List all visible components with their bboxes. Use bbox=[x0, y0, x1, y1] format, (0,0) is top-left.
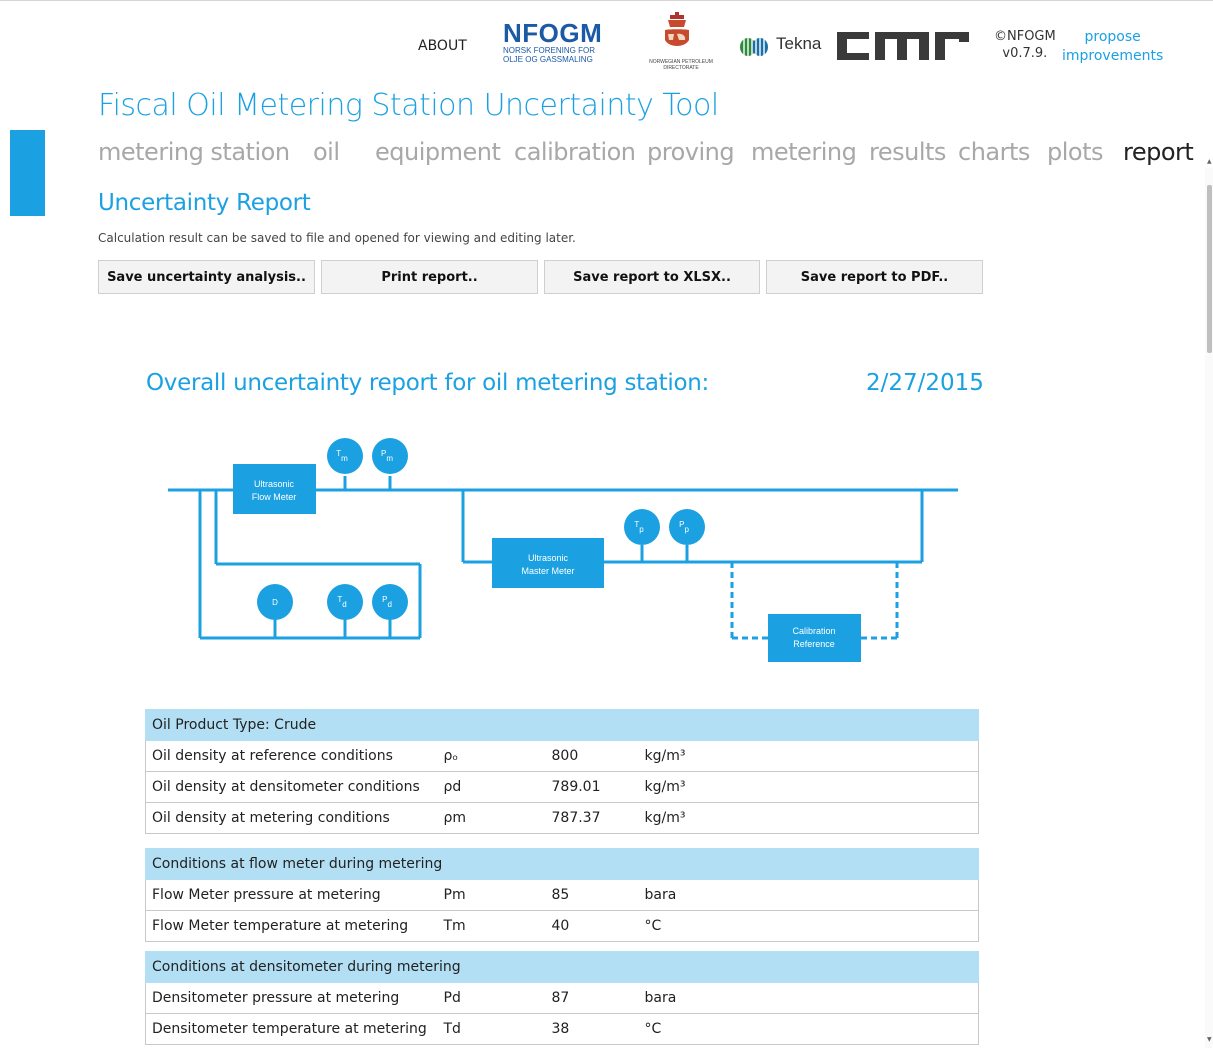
calibration-label-1: Calibration bbox=[792, 626, 835, 636]
nfogm-logo[interactable]: NFOGM NORSK FORENING FOR OLJE OG GASSMAL… bbox=[503, 20, 602, 64]
table-row: Densitometer temperature at metering Td … bbox=[145, 1013, 979, 1045]
scroll-up-icon[interactable]: ▲ bbox=[1207, 158, 1212, 165]
scroll-down-icon[interactable]: ▼ bbox=[1207, 1036, 1212, 1043]
save-report-xlsx-button[interactable]: Save report to XLSX.. bbox=[544, 260, 760, 294]
row-value: 85 bbox=[542, 879, 639, 911]
calibration-label-2: Reference bbox=[793, 639, 835, 649]
copyright-text: ©NFOGM bbox=[994, 29, 1056, 44]
master-meter-label-1: Ultrasonic bbox=[528, 553, 569, 563]
nav-charts[interactable]: charts bbox=[958, 138, 1030, 166]
print-report-button[interactable]: Print report.. bbox=[321, 260, 538, 294]
cmr-wordmark-icon bbox=[837, 32, 969, 60]
row-label: Oil density at reference conditions bbox=[145, 740, 438, 772]
oil-product-table: Oil Product Type: Crude Oil density at r… bbox=[145, 709, 979, 834]
save-report-pdf-button[interactable]: Save report to PDF.. bbox=[766, 260, 983, 294]
nav-results[interactable]: results bbox=[869, 138, 946, 166]
metering-station-diagram: Ultrasonic Flow Meter Ultrasonic Master … bbox=[168, 438, 958, 662]
row-unit: kg/m³ bbox=[638, 740, 979, 772]
save-uncertainty-analysis-button[interactable]: Save uncertainty analysis.. bbox=[98, 260, 315, 294]
report-heading: Overall uncertainty report for oil meter… bbox=[146, 370, 709, 396]
window-top-border bbox=[0, 0, 1213, 1]
master-meter-label-2: Master Meter bbox=[521, 566, 574, 576]
nfogm-logo-tagline-1: NORSK FORENING FOR bbox=[503, 46, 596, 55]
nfogm-logo-tagline-2: OLJE OG GASSMALING bbox=[503, 55, 593, 64]
row-symbol: Td bbox=[437, 1013, 543, 1045]
nav-metering[interactable]: metering bbox=[751, 138, 857, 166]
table-header: Oil Product Type: Crude bbox=[145, 709, 979, 741]
nav-plots[interactable]: plots bbox=[1047, 138, 1104, 166]
flow-meter-label-1: Ultrasonic bbox=[254, 479, 295, 489]
table-header: Conditions at flow meter during metering bbox=[145, 848, 979, 880]
row-unit: °C bbox=[638, 1013, 979, 1045]
nfogm-logo-name: NFOGM bbox=[503, 18, 603, 48]
table-header: Conditions at densitometer during meteri… bbox=[145, 951, 979, 983]
table-row: Oil density at metering conditions ρm 78… bbox=[145, 802, 979, 834]
row-unit: °C bbox=[638, 910, 979, 942]
row-label: Oil density at densitometer conditions bbox=[145, 771, 438, 803]
sensor-d-label: D bbox=[272, 598, 278, 607]
row-value: 38 bbox=[542, 1013, 639, 1045]
row-symbol: Pd bbox=[437, 982, 543, 1014]
app-title: Fiscal Oil Metering Station Uncertainty … bbox=[98, 88, 719, 123]
npd-logo[interactable]: NORWEGIAN PETROLEUM DIRECTORATE bbox=[637, 12, 725, 76]
row-unit: kg/m³ bbox=[638, 771, 979, 803]
npd-crest-icon bbox=[665, 12, 689, 46]
scrollbar-thumb[interactable] bbox=[1207, 185, 1212, 353]
report-date: 2/27/2015 bbox=[866, 370, 984, 396]
tekna-logo[interactable]: Tekna bbox=[738, 34, 821, 62]
table-row: Oil density at densitometer conditions ρ… bbox=[145, 771, 979, 803]
cmr-logo[interactable] bbox=[837, 26, 977, 70]
calibration-reference-box bbox=[768, 614, 861, 662]
nav-equipment[interactable]: equipment bbox=[375, 138, 501, 166]
version-text: v0.7.9. bbox=[1002, 46, 1048, 61]
row-label: Oil density at metering conditions bbox=[145, 802, 438, 834]
propose-improvements-link[interactable]: propose improvements bbox=[1062, 28, 1163, 66]
row-symbol: Pm bbox=[437, 879, 543, 911]
row-label: Densitometer pressure at metering bbox=[145, 982, 438, 1014]
nav-report[interactable]: report bbox=[1123, 138, 1194, 166]
row-label: Flow Meter temperature at metering bbox=[145, 910, 438, 942]
flow-meter-label-2: Flow Meter bbox=[252, 492, 297, 502]
propose-line2: improvements bbox=[1062, 48, 1164, 64]
row-value: 789.01 bbox=[542, 771, 639, 803]
row-symbol: ρm bbox=[437, 802, 543, 834]
tekna-leaf-icon bbox=[740, 38, 768, 56]
propose-line1: propose bbox=[1084, 29, 1141, 45]
row-value: 87 bbox=[542, 982, 639, 1014]
row-label: Densitometer temperature at metering bbox=[145, 1013, 438, 1045]
tekna-logo-text: Tekna bbox=[776, 34, 822, 53]
row-symbol: Tm bbox=[437, 910, 543, 942]
row-symbol: ρd bbox=[437, 771, 543, 803]
flow-meter-box bbox=[233, 464, 316, 514]
nav-calibration[interactable]: calibration bbox=[514, 138, 636, 166]
row-unit: bara bbox=[638, 982, 979, 1014]
table-row: Flow Meter temperature at metering Tm 40… bbox=[145, 910, 979, 942]
row-value: 787.37 bbox=[542, 802, 639, 834]
row-unit: bara bbox=[638, 879, 979, 911]
npd-logo-line2: DIRECTORATE bbox=[663, 65, 699, 71]
master-meter-box bbox=[492, 538, 604, 588]
section-description: Calculation result can be saved to file … bbox=[98, 231, 576, 245]
row-value: 40 bbox=[542, 910, 639, 942]
row-symbol: ρₒ bbox=[437, 740, 543, 772]
accent-bar bbox=[10, 130, 45, 216]
row-label: Flow Meter pressure at metering bbox=[145, 879, 438, 911]
table-row: Oil density at reference conditions ρₒ 8… bbox=[145, 740, 979, 772]
nav-proving[interactable]: proving bbox=[647, 138, 735, 166]
section-title: Uncertainty Report bbox=[98, 190, 311, 216]
table-row: Densitometer pressure at metering Pd 87 … bbox=[145, 982, 979, 1014]
densitometer-conditions-table: Conditions at densitometer during meteri… bbox=[145, 951, 979, 1045]
nav-metering-station[interactable]: metering station bbox=[98, 138, 290, 166]
table-row: Flow Meter pressure at metering Pm 85 ba… bbox=[145, 879, 979, 911]
row-value: 800 bbox=[542, 740, 639, 772]
flow-meter-conditions-table: Conditions at flow meter during metering… bbox=[145, 848, 979, 942]
nav-oil[interactable]: oil bbox=[313, 138, 340, 166]
about-link[interactable]: ABOUT bbox=[418, 38, 467, 54]
copyright-version: ©NFOGM v0.7.9. bbox=[994, 28, 1056, 62]
row-unit: kg/m³ bbox=[638, 802, 979, 834]
